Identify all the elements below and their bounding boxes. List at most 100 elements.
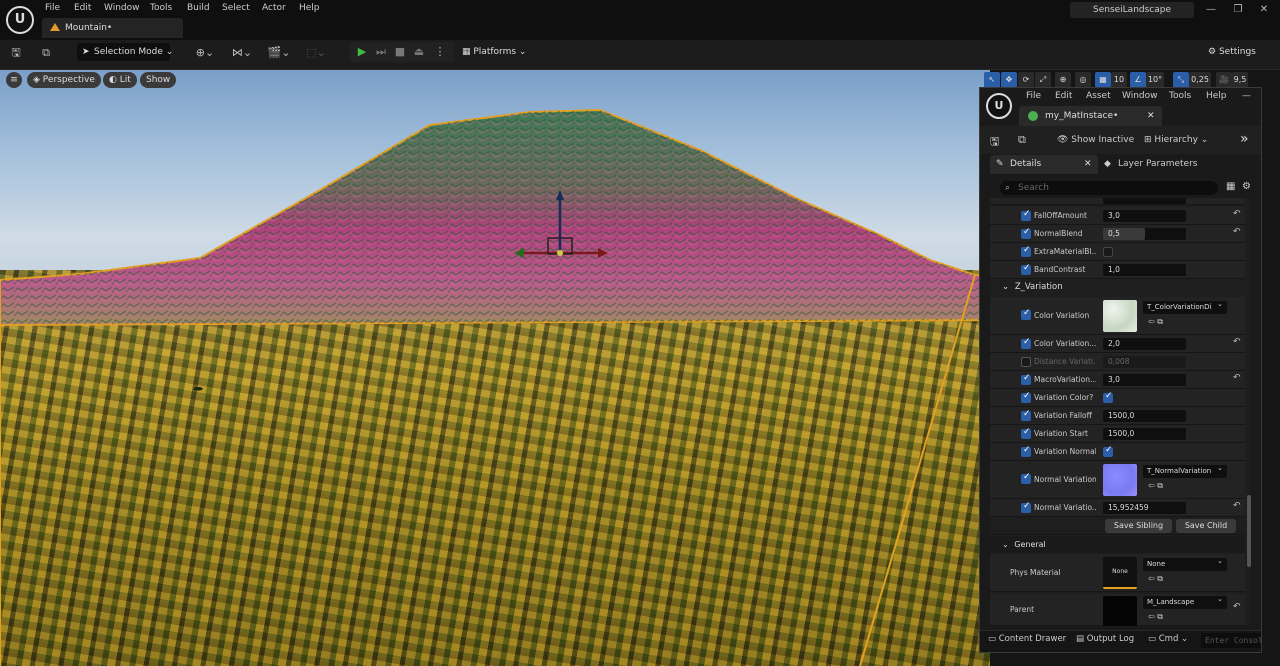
use-selected-icon[interactable]: ⇦ — [1148, 317, 1155, 326]
param-override-checkbox[interactable] — [1021, 357, 1031, 367]
param-override-checkbox[interactable] — [1021, 308, 1031, 320]
eject-icon[interactable]: ⏏ — [411, 44, 427, 60]
browse-icon[interactable]: ⧉ — [38, 44, 54, 62]
skip-icon[interactable]: ⏭ — [373, 44, 389, 60]
save-child-button[interactable]: Save Child — [1176, 519, 1236, 533]
expand-toolbar-icon[interactable]: » — [1240, 131, 1249, 147]
save-icon[interactable]: 🖫 — [8, 44, 24, 62]
cmd-dropdown[interactable]: ▭ Cmd ⌄ — [1148, 634, 1188, 644]
output-log-button[interactable]: ▤ Output Log — [1076, 634, 1134, 644]
extra-material-checkbox[interactable] — [1103, 247, 1113, 257]
browse-asset-icon[interactable]: ⧉ — [1157, 612, 1163, 621]
mat-browse-icon[interactable]: ⧉ — [1018, 133, 1026, 147]
param-override-checkbox[interactable] — [1021, 373, 1031, 385]
macro-variation-field[interactable]: 3,0 — [1103, 374, 1186, 386]
scale-snap-icon[interactable]: ⤡ — [1173, 72, 1189, 88]
normal-variation-texture-dropdown[interactable]: T_NormalVariation — [1143, 465, 1227, 478]
value-field[interactable] — [1103, 198, 1186, 204]
play-options-icon[interactable]: ⋮ — [432, 44, 448, 60]
reset-icon[interactable]: ↶ — [1233, 602, 1241, 612]
mat-minimize-icon[interactable]: — — [1242, 91, 1251, 101]
level-viewport[interactable] — [0, 70, 990, 666]
selection-mode-dropdown[interactable]: ➤ Selection Mode ⌄ — [77, 43, 173, 61]
layer-parameters-tab[interactable]: ◆ Layer Parameters — [1102, 155, 1212, 174]
mat-menu-file[interactable]: File — [1026, 91, 1041, 101]
camera-speed-icon[interactable]: 🎥 — [1216, 72, 1232, 88]
variation-start-field[interactable]: 1500,0 — [1103, 428, 1186, 440]
level-tab[interactable]: Mountain• — [42, 18, 183, 38]
mat-menu-window[interactable]: Window — [1122, 91, 1158, 101]
menu-edit[interactable]: Edit — [74, 2, 91, 14]
details-scrollbar[interactable] — [1247, 495, 1251, 567]
menu-tools[interactable]: Tools — [150, 2, 172, 14]
phys-material-thumbnail[interactable]: None — [1103, 557, 1137, 589]
grid-snap-value[interactable]: 10 — [1111, 72, 1127, 88]
param-override-checkbox[interactable] — [1021, 227, 1031, 239]
surface-snap-icon[interactable]: ◎ — [1075, 72, 1091, 88]
menu-file[interactable]: File — [45, 2, 60, 14]
band-contrast-field[interactable]: 1,0 — [1103, 264, 1186, 276]
distance-variation-field[interactable]: 0,008 — [1103, 356, 1186, 368]
rotation-snap-value[interactable]: 10° — [1146, 72, 1164, 88]
reset-icon[interactable]: ↶ — [1233, 227, 1241, 237]
save-sibling-button[interactable]: Save Sibling — [1105, 519, 1172, 533]
param-override-checkbox[interactable] — [1021, 209, 1031, 221]
viewport-menu-icon[interactable]: ≡ — [6, 72, 22, 88]
param-override-checkbox[interactable] — [1021, 409, 1031, 421]
normal-variation-thumbnail[interactable] — [1103, 464, 1137, 496]
param-override-checkbox[interactable] — [1021, 391, 1031, 403]
platforms-dropdown[interactable]: ▦ Platforms ⌄ — [462, 44, 526, 60]
param-override-checkbox[interactable] — [1021, 263, 1031, 275]
browse-asset-icon[interactable]: ⧉ — [1157, 574, 1163, 583]
reset-icon[interactable]: ↶ — [1233, 209, 1241, 219]
mat-menu-help[interactable]: Help — [1206, 91, 1227, 101]
mat-menu-tools[interactable]: Tools — [1169, 91, 1191, 101]
mat-save-icon[interactable]: 🖫 — [990, 133, 999, 152]
camera-speed-value[interactable]: 9,5 — [1232, 72, 1248, 88]
menu-build[interactable]: Build — [187, 2, 210, 14]
grid-snap-icon[interactable]: ▦ — [1095, 72, 1111, 88]
close-icon[interactable]: ✕ — [1257, 3, 1271, 17]
details-tab[interactable]: ✎ Details ✕ — [990, 155, 1098, 174]
phys-material-dropdown[interactable]: None — [1143, 558, 1227, 571]
material-tab[interactable]: my_MatInstace• ✕ — [1019, 106, 1162, 126]
falloff-amount-field[interactable]: 3,0 — [1103, 210, 1186, 222]
details-search-input[interactable]: ⌕ Search — [1000, 181, 1218, 195]
settings-button[interactable]: ⚙ Settings — [1208, 44, 1256, 60]
param-override-checkbox[interactable] — [1021, 501, 1031, 513]
param-override-checkbox[interactable] — [1021, 427, 1031, 439]
param-override-checkbox[interactable] — [1021, 245, 1031, 257]
mat-menu-edit[interactable]: Edit — [1055, 91, 1072, 101]
use-selected-icon[interactable]: ⇦ — [1148, 481, 1155, 490]
general-section[interactable]: ⌄ General — [990, 536, 1245, 553]
scale-tool-icon[interactable]: ⤢ — [1035, 72, 1051, 88]
modes-icon[interactable]: ⬚⌄ — [303, 44, 329, 62]
tab-close-icon[interactable]: ✕ — [1147, 106, 1155, 126]
use-selected-icon[interactable]: ⇦ — [1148, 574, 1155, 583]
rotation-snap-icon[interactable]: ∠ — [1130, 72, 1146, 88]
show-inactive-button[interactable]: 👁 Show Inactive — [1057, 135, 1134, 145]
reset-icon[interactable]: ↶ — [1233, 337, 1241, 347]
minimize-icon[interactable]: — — [1204, 3, 1218, 17]
variation-normal-checkbox[interactable] — [1103, 445, 1113, 457]
param-override-checkbox[interactable] — [1021, 337, 1031, 349]
console-input[interactable]: Enter Console — [1201, 633, 1261, 648]
variation-falloff-field[interactable]: 1500,0 — [1103, 410, 1186, 422]
menu-select[interactable]: Select — [222, 2, 250, 14]
select-tool-icon[interactable]: ↖ — [984, 72, 1000, 88]
maximize-icon[interactable]: ❐ — [1231, 3, 1245, 17]
details-close-icon[interactable]: ✕ — [1084, 155, 1092, 174]
stop-icon[interactable]: ■ — [392, 44, 408, 60]
color-variation-texture-dropdown[interactable]: T_ColorVariationDi — [1143, 301, 1227, 314]
show-button[interactable]: Show — [140, 72, 177, 88]
color-variation-thumbnail[interactable] — [1103, 300, 1137, 332]
view-options-icon[interactable]: ▦ — [1226, 181, 1235, 192]
browse-asset-icon[interactable]: ⧉ — [1157, 317, 1163, 326]
normal-variation-amount-field[interactable]: 15,952459 — [1103, 502, 1186, 514]
perspective-button[interactable]: ◈ Perspective — [27, 72, 101, 88]
normal-blend-slider[interactable]: 0,5 — [1103, 228, 1186, 240]
scale-snap-value[interactable]: 0,25 — [1189, 72, 1211, 88]
blueprint-icon[interactable]: ⋈⌄ — [229, 44, 255, 62]
details-settings-icon[interactable]: ⚙ — [1242, 181, 1251, 192]
hierarchy-dropdown[interactable]: ⊞ Hierarchy ⌄ — [1144, 135, 1208, 145]
